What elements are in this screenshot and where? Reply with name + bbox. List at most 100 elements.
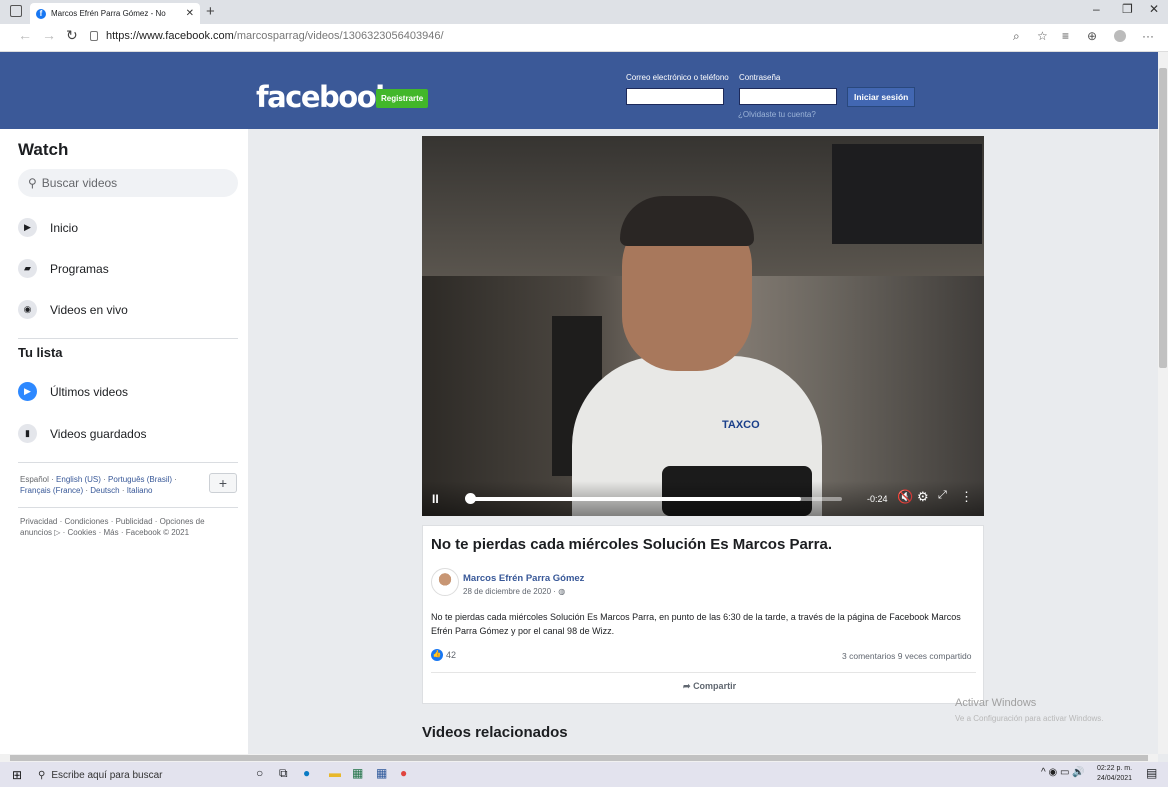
like-icon: 👍 bbox=[431, 649, 443, 661]
sidebar-item-label: Últimos videos bbox=[50, 384, 129, 399]
lock-icon[interactable] bbox=[90, 31, 98, 41]
profile-avatar-icon[interactable] bbox=[1114, 30, 1126, 42]
horizontal-scroll-thumb[interactable] bbox=[10, 755, 1148, 761]
sidebar-item-label: Programas bbox=[50, 261, 109, 276]
mute-icon[interactable]: 🔇 bbox=[897, 489, 913, 505]
like-count-value: 42 bbox=[446, 650, 457, 660]
edge-icon[interactable]: ● bbox=[303, 766, 310, 780]
back-icon[interactable]: ← bbox=[18, 27, 32, 43]
sidebar-item-ultimos-videos[interactable]: ▶ Últimos videos bbox=[18, 382, 128, 401]
tab-title: Marcos Efrén Parra Gómez - No bbox=[51, 9, 166, 18]
language-link[interactable]: Português (Brasil) bbox=[108, 475, 172, 484]
more-languages-button[interactable]: + bbox=[209, 473, 237, 493]
clock-date: 24/04/2021 bbox=[1097, 775, 1133, 782]
maximize-icon[interactable]: ❐ bbox=[1122, 2, 1133, 16]
language-link[interactable]: English (US) bbox=[56, 475, 101, 484]
sidebar-item-programas[interactable]: ▰ Programas bbox=[18, 259, 109, 278]
share-icon: ➦ bbox=[683, 681, 691, 691]
more-options-icon[interactable]: ⋮ bbox=[960, 489, 973, 505]
browser-tab[interactable]: f Marcos Efrén Parra Gómez - No ✕ bbox=[30, 3, 200, 24]
signup-button[interactable]: Registrarte bbox=[376, 89, 429, 108]
url-field[interactable]: https://www.facebook.com/marcosparrag/vi… bbox=[106, 30, 444, 42]
avatar[interactable] bbox=[431, 568, 459, 596]
forgot-account-link[interactable]: ¿Olvidaste tu cuenta? bbox=[738, 110, 816, 119]
minimize-icon[interactable]: – bbox=[1093, 2, 1100, 16]
like-count[interactable]: 👍 42 bbox=[431, 649, 456, 661]
bookmark-icon: ▮ bbox=[18, 424, 37, 443]
facebook-header bbox=[0, 52, 1158, 129]
post-date-text: 28 de diciembre de 2020 · bbox=[463, 587, 556, 596]
email-field[interactable] bbox=[626, 88, 724, 105]
task-view-icon[interactable]: ⧉ bbox=[279, 766, 288, 781]
post-stats[interactable]: 3 comentarios 9 veces compartido bbox=[842, 651, 971, 661]
windows-activation-watermark: Activar Windows bbox=[955, 697, 1037, 709]
tab-actions-icon[interactable] bbox=[10, 5, 22, 17]
windows-activation-subtext: Ve a Configuración para activar Windows. bbox=[955, 714, 1104, 723]
sidebar-item-videos-en-vivo[interactable]: ◉ Videos en vivo bbox=[18, 300, 128, 319]
search-icon: ⚲ bbox=[28, 176, 37, 190]
refresh-icon[interactable]: ↻ bbox=[66, 27, 78, 44]
search-videos-input[interactable]: ⚲ Buscar videos bbox=[18, 169, 238, 197]
clock-time: 02:22 p. m. bbox=[1097, 765, 1133, 772]
windows-start-icon[interactable]: ⊞ bbox=[12, 768, 22, 782]
share-button[interactable]: ➦ Compartir bbox=[683, 681, 736, 692]
post-date[interactable]: 28 de diciembre de 2020 · ◍ bbox=[463, 587, 565, 596]
language-list: Español · English (US) · Português (Bras… bbox=[20, 475, 177, 495]
video-person-hair bbox=[620, 196, 754, 246]
collections-icon[interactable]: ⊕ bbox=[1087, 29, 1097, 43]
fullscreen-icon[interactable]: ⤢ bbox=[938, 489, 947, 502]
share-label: Compartir bbox=[693, 681, 737, 691]
file-explorer-icon[interactable]: ▬ bbox=[329, 766, 341, 780]
forward-icon[interactable]: → bbox=[42, 27, 56, 43]
divider bbox=[18, 462, 238, 463]
play-square-icon: ▶ bbox=[18, 218, 37, 237]
post-body: No te pierdas cada miércoles Solución Es… bbox=[431, 612, 961, 636]
settings-gear-icon[interactable]: ⚙ bbox=[917, 489, 929, 505]
chrome-icon[interactable]: ● bbox=[400, 766, 407, 780]
more-icon[interactable]: ··· bbox=[1142, 29, 1154, 43]
sidebar-item-label: Inicio bbox=[50, 220, 79, 235]
password-field[interactable] bbox=[739, 88, 837, 105]
related-videos-title: Videos relacionados bbox=[422, 724, 568, 741]
divider bbox=[18, 338, 238, 339]
close-window-icon[interactable]: ✕ bbox=[1149, 2, 1159, 16]
pause-icon[interactable]: II bbox=[432, 492, 439, 506]
taskbar-search-placeholder: Escribe aquí para buscar bbox=[51, 770, 163, 781]
system-clock[interactable]: 02:22 p. m. 24/04/2021 bbox=[1097, 764, 1132, 784]
sidebar-item-videos-guardados[interactable]: ▮ Videos guardados bbox=[18, 424, 147, 443]
language-link[interactable]: Italiano bbox=[127, 486, 153, 495]
taskbar-search-box[interactable]: ⚲ Escribe aquí para buscar bbox=[38, 766, 238, 785]
login-button[interactable]: Iniciar sesión bbox=[847, 87, 916, 107]
notifications-icon[interactable]: ▤ bbox=[1146, 766, 1157, 780]
password-label: Contraseña bbox=[739, 73, 781, 82]
system-tray-icons[interactable]: ^ ◉ ▭ 🔊 bbox=[1041, 767, 1085, 778]
legal-links[interactable]: Privacidad · Condiciones · Publicidad · … bbox=[20, 516, 220, 538]
globe-icon: ◍ bbox=[558, 587, 566, 596]
live-icon: ◉ bbox=[18, 300, 37, 319]
sidebar-item-inicio[interactable]: ▶ Inicio bbox=[18, 218, 78, 237]
excel-icon[interactable]: ▦ bbox=[352, 766, 363, 780]
video-progress-knob[interactable] bbox=[465, 493, 476, 504]
post-author-link[interactable]: Marcos Efrén Parra Gómez bbox=[463, 573, 584, 584]
cortana-icon[interactable]: ○ bbox=[256, 766, 263, 780]
url-path: /marcosparrag/videos/1306323056403946/ bbox=[233, 30, 444, 42]
sidebar-item-label: Videos guardados bbox=[50, 426, 147, 441]
divider bbox=[18, 507, 238, 508]
new-tab-icon[interactable]: + bbox=[206, 3, 215, 20]
language-link[interactable]: Deutsch bbox=[90, 486, 119, 495]
clapper-icon: ▰ bbox=[18, 259, 37, 278]
zoom-icon[interactable]: ⌕ bbox=[1013, 29, 1020, 44]
language-link[interactable]: Français (France) bbox=[20, 486, 83, 495]
favorite-star-icon[interactable]: ☆ bbox=[1037, 29, 1048, 43]
vertical-scroll-thumb[interactable] bbox=[1159, 68, 1167, 368]
sidebar-item-label: Videos en vivo bbox=[50, 302, 128, 317]
email-label: Correo electrónico o teléfono bbox=[626, 73, 729, 82]
close-tab-icon[interactable]: ✕ bbox=[186, 8, 194, 19]
list-title: Tu lista bbox=[18, 345, 63, 360]
word-icon[interactable]: ▦ bbox=[376, 766, 387, 780]
facebook-favicon-icon: f bbox=[36, 8, 46, 19]
favorites-list-icon[interactable]: ≡ bbox=[1062, 29, 1069, 43]
video-player[interactable]: TAXCO II -0:24 🔇 ⚙ ⤢ ⋮ bbox=[422, 136, 984, 516]
facebook-logo[interactable]: facebook bbox=[256, 80, 394, 114]
video-tv-shape bbox=[832, 144, 982, 244]
